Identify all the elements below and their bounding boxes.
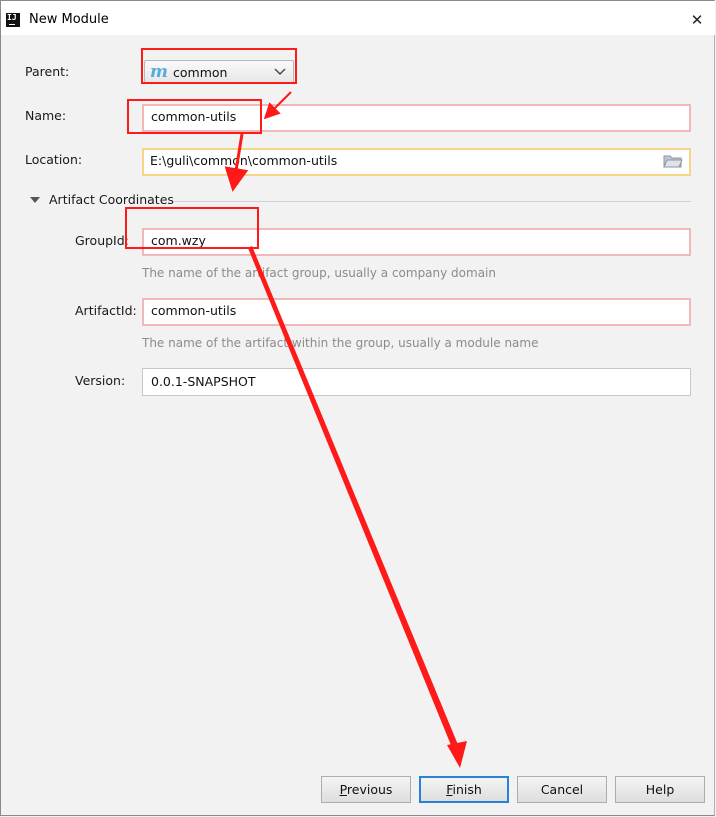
finish-button[interactable]: Finish — [419, 776, 509, 803]
groupid-label: GroupId: — [75, 233, 129, 248]
new-module-dialog: IJ New Module ✕ Parent: m common Name: c… — [0, 0, 715, 816]
version-field[interactable]: 0.0.1-SNAPSHOT — [142, 368, 691, 396]
groupid-help: The name of the artifact group, usually … — [142, 266, 496, 280]
title-bar: IJ New Module ✕ — [1, 1, 715, 35]
close-icon[interactable]: ✕ — [685, 8, 709, 32]
parent-label: Parent: — [25, 64, 70, 79]
parent-value: common — [173, 65, 228, 80]
location-field[interactable]: E:\guli\common\common-utils — [142, 148, 691, 176]
previous-button[interactable]: Previous — [321, 776, 411, 803]
artifactid-label: ArtifactId: — [75, 303, 137, 318]
section-divider — [173, 201, 691, 202]
folder-icon[interactable] — [663, 154, 683, 168]
groupid-field[interactable]: com.wzy — [142, 228, 691, 256]
artifactid-field[interactable]: common-utils — [142, 298, 691, 326]
version-label: Version: — [75, 373, 126, 388]
cancel-button[interactable]: Cancel — [517, 776, 607, 803]
chevron-down-icon — [274, 68, 286, 75]
maven-module-icon: m — [150, 62, 168, 82]
parent-dropdown[interactable]: m common — [144, 60, 294, 84]
name-field[interactable]: common-utils — [142, 104, 691, 132]
artifact-section-title[interactable]: Artifact Coordinates — [49, 192, 174, 207]
intellij-icon: IJ — [6, 13, 20, 27]
dialog-title: New Module — [29, 12, 109, 27]
triangle-down-icon[interactable] — [30, 197, 40, 203]
artifactid-help: The name of the artifact within the grou… — [142, 336, 539, 350]
name-label: Name: — [25, 108, 67, 123]
location-label: Location: — [25, 152, 83, 167]
help-button[interactable]: Help — [615, 776, 705, 803]
